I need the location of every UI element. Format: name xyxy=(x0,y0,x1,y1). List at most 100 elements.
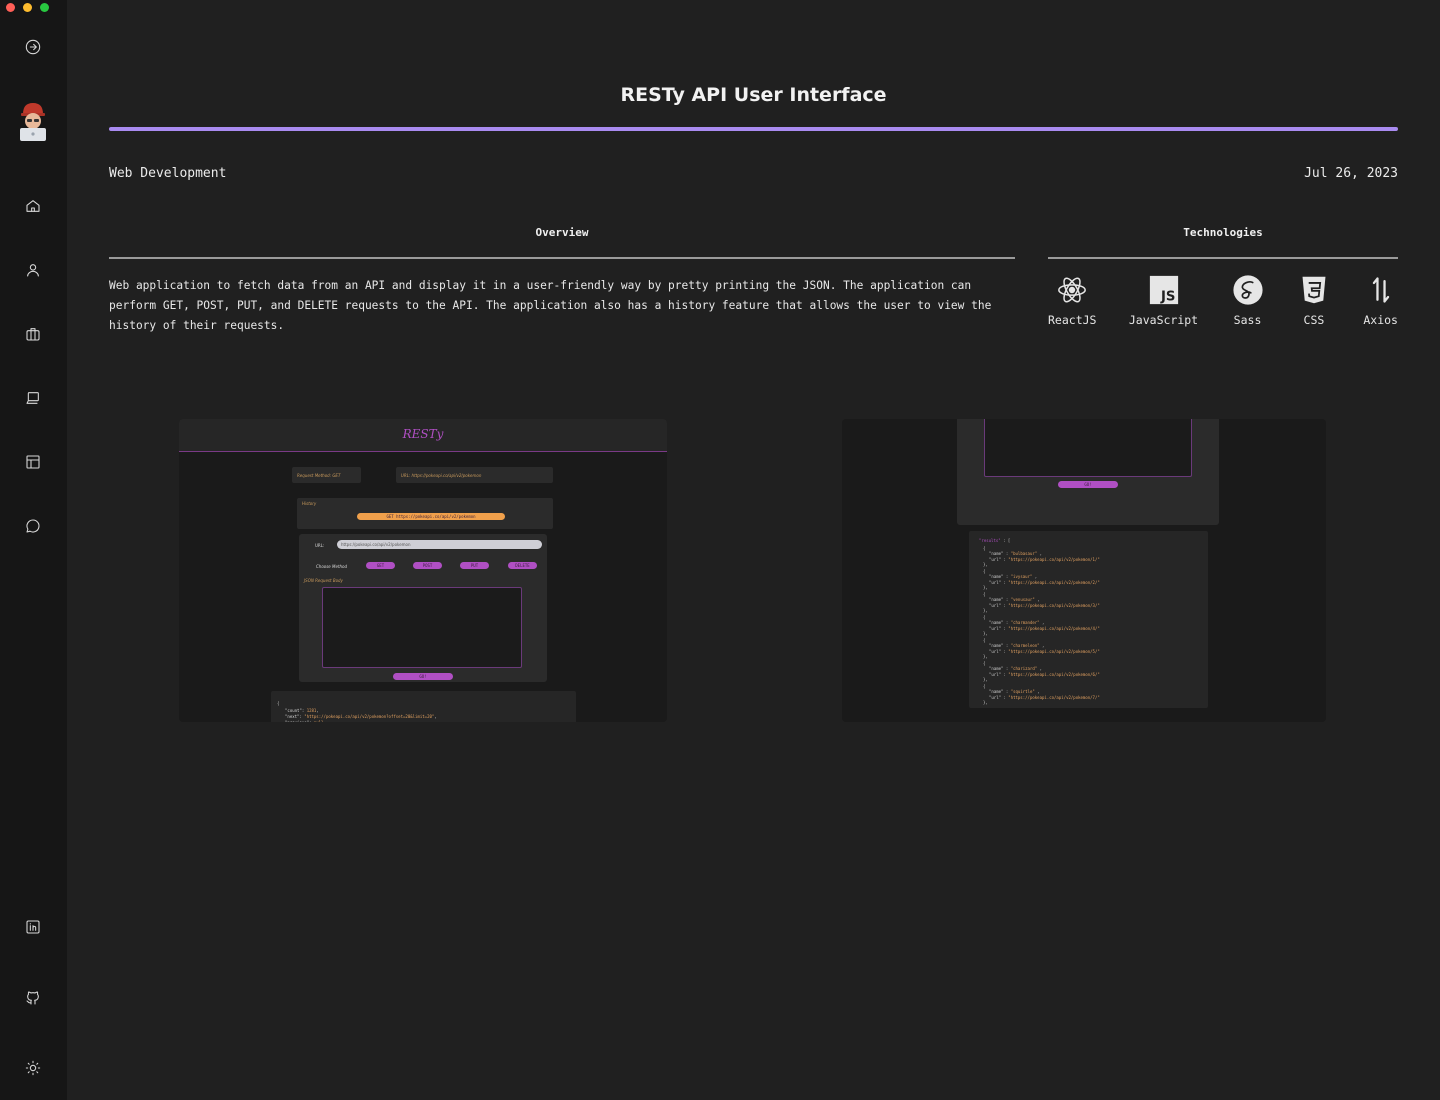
tech-item: ReactJS xyxy=(1048,273,1096,327)
title-underline xyxy=(109,127,1398,131)
mini-choose-method: Choose Method xyxy=(316,564,348,569)
tech-item: CSS xyxy=(1297,273,1331,327)
tech-label: Axios xyxy=(1363,313,1398,327)
nav-projects[interactable] xyxy=(21,386,45,410)
json-line: { xyxy=(983,638,986,643)
json-line: { xyxy=(983,684,986,689)
nav-layout[interactable] xyxy=(21,450,45,474)
maximize-window-dot[interactable] xyxy=(40,3,49,12)
theme-toggle[interactable] xyxy=(21,1056,45,1080)
avatar[interactable] xyxy=(17,100,49,142)
json-line: { xyxy=(983,592,986,597)
json-line: }, xyxy=(983,585,988,590)
css3-icon xyxy=(1297,273,1331,307)
nav-about[interactable] xyxy=(21,258,45,282)
mini-go-button: GO! xyxy=(393,673,453,680)
json-line: "url" : "https://pokeapi.co/api/v2/pokem… xyxy=(989,695,1100,700)
json-line: }, xyxy=(983,677,988,682)
overview-text: Web application to fetch data from an AP… xyxy=(109,279,992,332)
nav-contact[interactable] xyxy=(21,514,45,538)
mini-url-field-label: URL: xyxy=(315,543,325,548)
logout-icon xyxy=(25,39,41,55)
github-icon xyxy=(26,991,39,1005)
mini-method-get: GET xyxy=(366,562,395,569)
javascript-icon: JS xyxy=(1147,273,1181,307)
tech-label: CSS xyxy=(1303,313,1325,327)
mini-app-title: RESTy xyxy=(402,427,444,441)
laptop-icon xyxy=(26,392,39,404)
project-detail: RESTy API User Interface Web Development… xyxy=(67,0,1440,1100)
briefcase-icon xyxy=(26,328,40,341)
json-line: { xyxy=(983,661,986,666)
nav-experience[interactable] xyxy=(21,322,45,346)
json-line: "url" : "https://pokeapi.co/api/v2/pokem… xyxy=(989,557,1100,562)
json-line: { xyxy=(983,546,986,551)
json-line: "name" : "ivysaur" , xyxy=(989,574,1038,579)
sidebar xyxy=(0,0,67,1100)
json-line: "url" : "https://pokeapi.co/api/v2/pokem… xyxy=(989,672,1100,677)
mini-json-textarea xyxy=(322,587,522,668)
linkedin-link[interactable] xyxy=(21,915,45,939)
mini-method-delete: DELETE xyxy=(508,562,537,569)
sun-icon xyxy=(25,1060,41,1076)
json-line: "url" : "https://pokeapi.co/api/v2/pokem… xyxy=(989,649,1100,654)
technologies-list: ReactJS JS JavaScript Sass CSS Axios xyxy=(1048,273,1398,327)
json-line: }, xyxy=(983,562,988,567)
tech-label: Sass xyxy=(1233,313,1262,327)
json-line: "name" : "venusaur" , xyxy=(989,597,1040,602)
json-line: "name" : "charmeleon" , xyxy=(989,643,1045,648)
json-line: "name" : "bulbasaur" , xyxy=(989,551,1043,556)
github-link[interactable] xyxy=(21,986,45,1010)
json-line: }, xyxy=(983,631,988,636)
mini-method-put: PUT xyxy=(460,562,489,569)
close-window-dot[interactable] xyxy=(6,3,15,12)
technologies-heading: Technologies xyxy=(1183,226,1263,239)
json-line: }, xyxy=(983,700,988,705)
layout-icon xyxy=(26,455,40,469)
json-line: "name" : "charmander" , xyxy=(989,620,1045,625)
chat-icon xyxy=(26,519,40,533)
overview-divider xyxy=(109,257,1015,259)
sass-icon xyxy=(1231,273,1265,307)
json-line: "name" : "squirtle" , xyxy=(989,689,1040,694)
mini-json-body-label: JSON Request Body xyxy=(304,578,343,583)
screenshot-json-response[interactable]: GO! "results" : [{"name" : "bulbasaur" ,… xyxy=(842,419,1326,722)
json-line: "url" : "https://pokeapi.co/api/v2/pokem… xyxy=(989,626,1100,631)
logout-button[interactable] xyxy=(21,35,45,59)
mini-json-textarea xyxy=(984,419,1192,477)
tech-item: Axios xyxy=(1363,273,1398,327)
minimize-window-dot[interactable] xyxy=(23,3,32,12)
nav-home[interactable] xyxy=(21,194,45,218)
json-line: { xyxy=(983,615,986,620)
project-category: Web Development xyxy=(109,166,227,181)
json-line: "name" : "charizard" , xyxy=(989,666,1043,671)
mini-history-label: History xyxy=(302,501,317,506)
page-title: RESTy API User Interface xyxy=(620,84,887,106)
json-line: "url" : "https://pokeapi.co/api/v2/pokem… xyxy=(989,580,1100,585)
mini-go-button: GO! xyxy=(1058,481,1118,488)
tech-item: JS JavaScript xyxy=(1129,273,1198,327)
overview-heading: Overview xyxy=(535,226,589,239)
react-icon xyxy=(1055,273,1089,307)
json-line: { xyxy=(983,569,986,574)
tech-item: Sass xyxy=(1231,273,1265,327)
mini-request-method: Request Method: GET xyxy=(297,473,341,478)
json-line: }, xyxy=(983,654,988,659)
mini-url-label: URL: https://pokeapi.co/api/v2/pokemon xyxy=(401,473,482,478)
json-line: "url" : "https://pokeapi.co/api/v2/pokem… xyxy=(989,603,1100,608)
mini-url-input-value: https://pokeapi.co/api/v2/pokemon xyxy=(341,542,411,547)
technologies-divider xyxy=(1048,257,1398,259)
user-icon xyxy=(27,264,39,277)
mini-history-item: GET https://pokeapi.co/api/v2/pokemon xyxy=(357,513,505,520)
tech-label: JavaScript xyxy=(1128,313,1199,327)
window-controls xyxy=(6,3,49,12)
mini-method-post: POST xyxy=(413,562,442,569)
linkedin-icon xyxy=(26,920,40,934)
json-line: }, xyxy=(983,608,988,613)
screenshot-request-form[interactable]: RESTy Request Method: GET URL: https://p… xyxy=(179,419,667,722)
svg-text:JS: JS xyxy=(1160,290,1175,305)
home-icon xyxy=(26,200,40,212)
project-date: Jul 26, 2023 xyxy=(1304,166,1398,181)
json-line: "results" : [ xyxy=(979,538,1011,543)
tech-label: ReactJS xyxy=(1048,313,1097,327)
